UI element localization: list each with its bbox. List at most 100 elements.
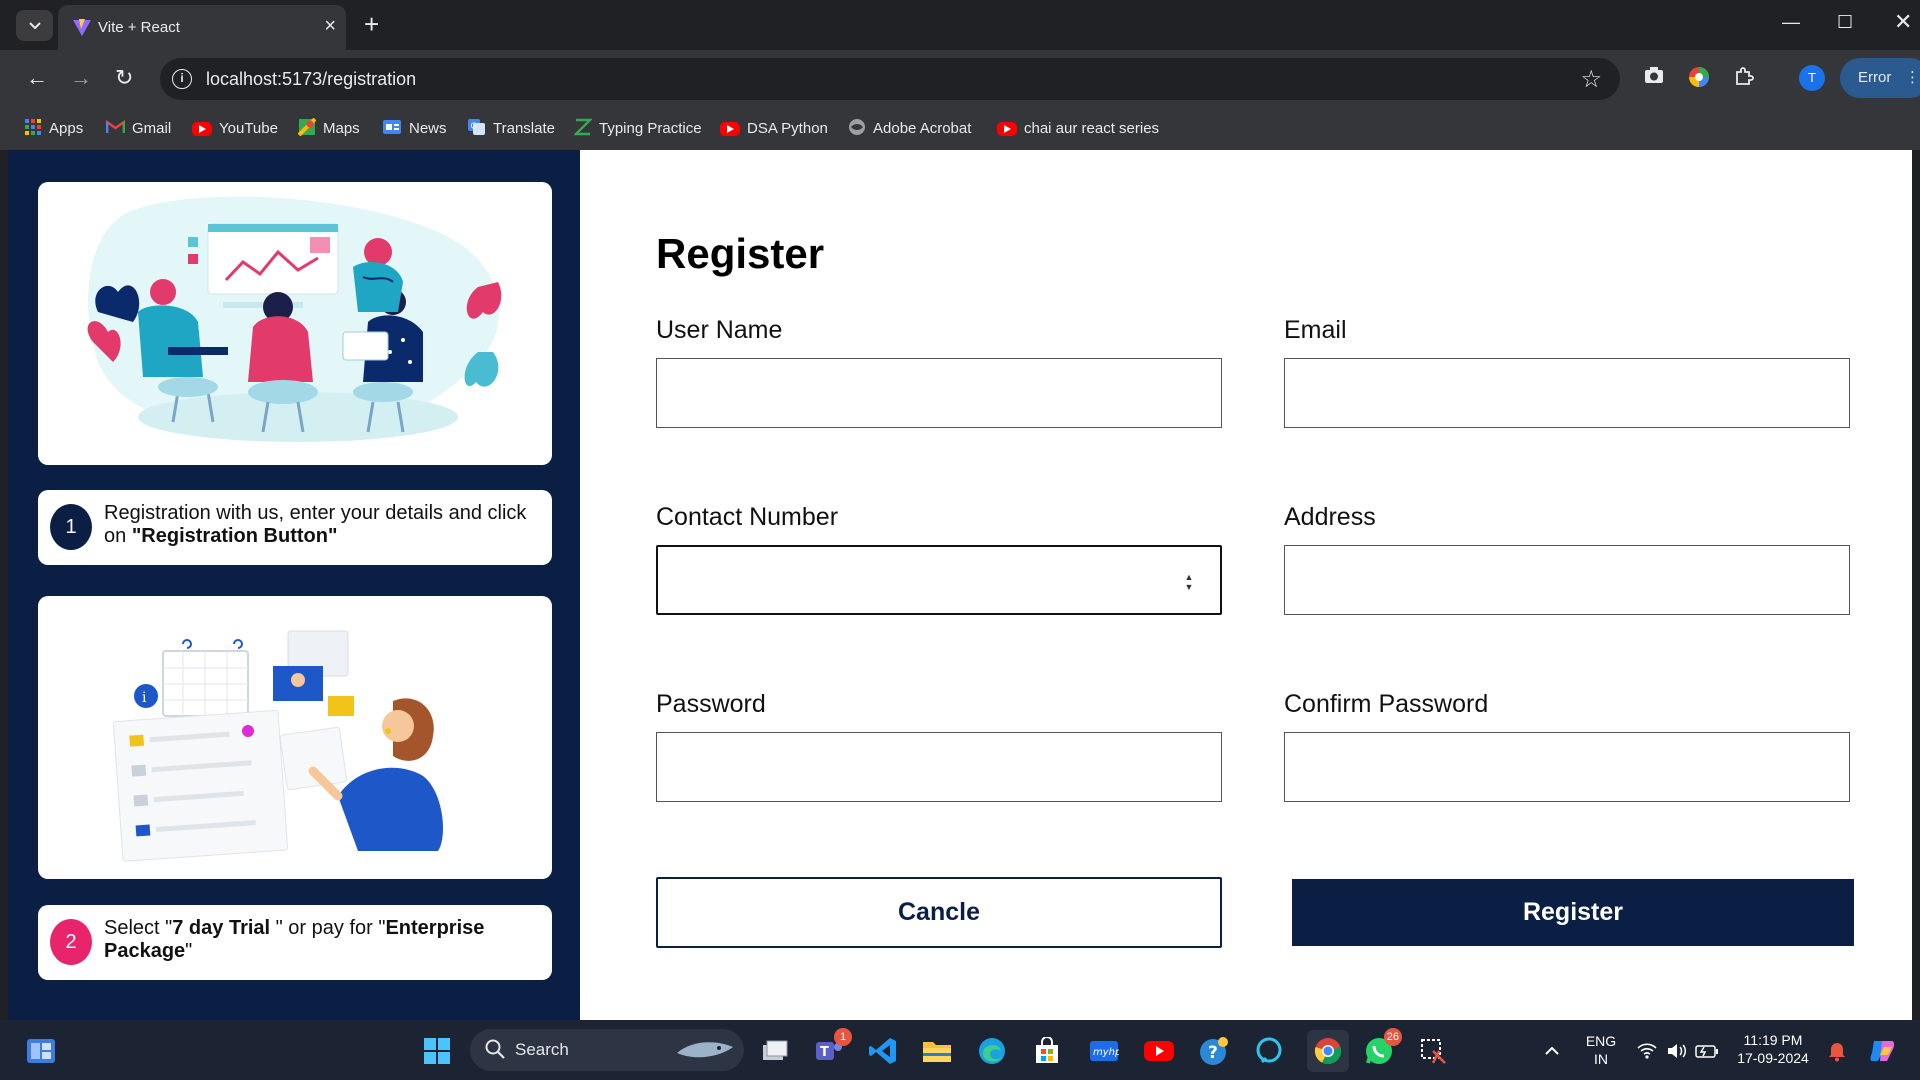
file-explorer-icon[interactable] xyxy=(920,1034,954,1068)
whatsapp-icon[interactable]: 26 xyxy=(1362,1028,1402,1068)
bookmark-translate[interactable]: G Translate xyxy=(467,107,555,150)
teams-notification-badge: 1 xyxy=(834,1028,852,1046)
camera-icon[interactable] xyxy=(1644,66,1664,89)
bookmark-maps[interactable]: Maps xyxy=(297,107,360,150)
clock-time: 11:19 PM xyxy=(1743,1032,1803,1048)
step-1-text-bold: "Registration Button" xyxy=(131,525,338,547)
bookmark-news[interactable]: News xyxy=(382,107,447,150)
bookmark-label: Maps xyxy=(323,120,360,137)
svg-text:?: ? xyxy=(1208,1043,1218,1063)
svg-text:G: G xyxy=(471,121,477,130)
address-bar[interactable]: i localhost:5173/registration ☆ xyxy=(160,58,1620,100)
new-tab-button[interactable]: + xyxy=(364,10,379,38)
language-code: ENG xyxy=(1585,1033,1617,1049)
confirm-password-input[interactable] xyxy=(1284,732,1850,802)
vscode-icon[interactable] xyxy=(866,1034,900,1068)
reload-icon[interactable]: ↻ xyxy=(115,66,133,90)
svg-text:T: T xyxy=(820,1045,829,1060)
youtube-icon xyxy=(192,121,212,136)
bookmark-adobe-acrobat[interactable]: Adobe Acrobat xyxy=(848,107,971,150)
minimize-window-button[interactable]: — xyxy=(1782,12,1800,33)
username-label: User Name xyxy=(656,316,783,344)
number-spinner[interactable]: ▲ ▼ xyxy=(1182,569,1196,595)
username-input[interactable] xyxy=(656,358,1222,428)
bookmark-youtube[interactable]: YouTube xyxy=(192,107,278,150)
calendar-planning-illustration-card: i xyxy=(38,596,552,879)
whatsapp-notification-badge: 26 xyxy=(1383,1028,1402,1046)
browser-tab-strip: Vite + React × + — ☐ ✕ xyxy=(0,0,1920,50)
step-2-number-badge: 2 xyxy=(50,919,92,965)
bookmark-gmail[interactable]: Gmail xyxy=(105,107,172,150)
translate-icon: G xyxy=(467,118,486,140)
bookmark-label: Gmail xyxy=(132,120,172,137)
bookmark-apps[interactable]: Apps xyxy=(24,107,83,150)
step-1-number-badge: 1 xyxy=(50,504,92,550)
chrome-taskbar-icon[interactable] xyxy=(1307,1030,1349,1072)
cancel-button[interactable]: Cancle xyxy=(656,877,1222,948)
youtube-app-icon[interactable] xyxy=(1142,1034,1176,1068)
registration-page: 1 Registration with us, enter your detai… xyxy=(8,150,1912,1020)
teams-icon[interactable]: T 1 xyxy=(812,1028,852,1068)
microsoft-store-icon[interactable] xyxy=(1030,1034,1064,1068)
task-view-icon[interactable] xyxy=(758,1034,792,1068)
close-tab-icon[interactable]: × xyxy=(324,16,336,36)
bookmark-label: Apps xyxy=(49,120,84,137)
close-window-button[interactable]: ✕ xyxy=(1894,9,1912,35)
spin-down-icon[interactable]: ▼ xyxy=(1185,582,1194,592)
taskbar-search-box[interactable]: Search xyxy=(470,1029,744,1071)
color-wheel-extension-icon[interactable] xyxy=(1688,66,1710,93)
windows-start-icon[interactable] xyxy=(420,1034,454,1068)
wifi-icon[interactable] xyxy=(1630,1034,1664,1068)
step-2-text-plain: " xyxy=(185,940,193,962)
error-status-button[interactable]: Error ⋮ xyxy=(1840,58,1920,98)
password-input[interactable] xyxy=(656,732,1222,802)
edge-icon[interactable] xyxy=(975,1034,1009,1068)
extensions-puzzle-icon[interactable] xyxy=(1734,66,1754,91)
bookmark-label: Typing Practice xyxy=(599,120,702,137)
bookmark-label: Adobe Acrobat xyxy=(873,120,972,137)
svg-text:i: i xyxy=(142,690,147,706)
windows-taskbar: Search T 1 myhp ? 26 ENG IN 11:19 PM 17-… xyxy=(0,1020,1920,1080)
spin-up-icon[interactable]: ▲ xyxy=(1185,572,1194,582)
bookmark-label: News xyxy=(409,120,447,137)
language-indicator[interactable]: ENG IN xyxy=(1584,1032,1618,1068)
bookmark-typing-practice[interactable]: Typing Practice xyxy=(573,107,702,150)
step-1-text: Registration with us, enter your details… xyxy=(104,502,534,548)
bookmark-star-icon[interactable]: ☆ xyxy=(1580,65,1602,94)
bookmark-label: YouTube xyxy=(219,120,278,137)
address-input[interactable] xyxy=(1284,545,1850,615)
step-2-trial-bold: 7 day Trial xyxy=(172,917,271,939)
site-info-icon[interactable]: i xyxy=(172,69,192,89)
copilot-icon[interactable] xyxy=(1866,1034,1900,1068)
notification-bell-icon[interactable] xyxy=(1820,1034,1854,1068)
address-label: Address xyxy=(1284,503,1376,531)
forward-arrow-icon[interactable]: → xyxy=(70,66,92,90)
contact-number-input[interactable]: ▲ ▼ xyxy=(656,545,1222,615)
registration-form-panel: Register User Name Email Contact Number … xyxy=(580,150,1912,1020)
contact-number-label: Contact Number xyxy=(656,503,839,531)
step-2-text-plain: Select " xyxy=(104,917,173,939)
browser-tab-active[interactable]: Vite + React × xyxy=(58,5,346,50)
battery-icon[interactable] xyxy=(1690,1034,1724,1068)
email-input[interactable] xyxy=(1284,358,1850,428)
bookmark-chai-aur-react[interactable]: chai aur react series xyxy=(997,107,1159,150)
bookmark-label: Translate xyxy=(493,120,555,137)
team-meeting-illustration-card xyxy=(38,182,552,465)
alexa-icon[interactable] xyxy=(1252,1034,1286,1068)
clock-date: 17-09-2024 xyxy=(1737,1050,1809,1066)
chevron-up-icon[interactable] xyxy=(1535,1034,1569,1068)
maximize-window-button[interactable]: ☐ xyxy=(1837,12,1853,33)
myhp-icon[interactable]: myhp xyxy=(1087,1034,1121,1068)
volume-icon[interactable] xyxy=(1660,1034,1694,1068)
help-icon[interactable]: ? xyxy=(1197,1034,1231,1068)
register-button[interactable]: Register xyxy=(1292,879,1854,946)
bookmark-dsa-python[interactable]: DSA Python xyxy=(720,107,828,150)
clock[interactable]: 11:19 PM 17-09-2024 xyxy=(1730,1031,1816,1067)
profile-avatar[interactable]: T xyxy=(1799,65,1825,91)
email-label: Email xyxy=(1284,316,1347,344)
snipping-tool-icon[interactable] xyxy=(1416,1034,1450,1068)
back-arrow-icon[interactable]: ← xyxy=(26,66,48,90)
region-code: IN xyxy=(1594,1051,1608,1067)
widgets-icon[interactable] xyxy=(24,1034,58,1068)
tab-search-button[interactable] xyxy=(16,10,53,41)
